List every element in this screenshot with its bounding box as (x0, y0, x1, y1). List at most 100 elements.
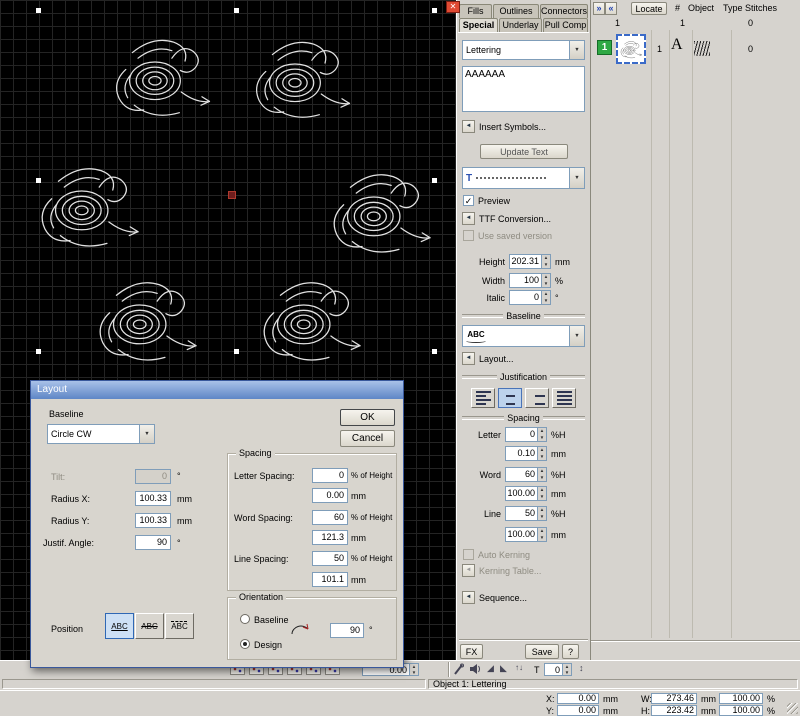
embroidery-motif[interactable] (30, 158, 148, 255)
needle-icon[interactable] (453, 663, 465, 676)
justify-right-button[interactable] (525, 388, 549, 408)
lettering-text-input[interactable]: AAAAAA (462, 66, 585, 112)
selection-handle[interactable] (432, 8, 437, 13)
selection-handle[interactable] (234, 349, 239, 354)
ok-button[interactable]: OK (340, 409, 395, 426)
layout-label[interactable]: Layout... (479, 354, 514, 364)
height-field[interactable]: 202.31 (509, 254, 551, 269)
letter-spacing-mm-field[interactable]: 0.00 (312, 488, 348, 503)
tab-outlines[interactable]: Outlines (493, 4, 539, 18)
chevron-down-icon[interactable] (569, 168, 584, 188)
orientation-angle-field[interactable]: 90 (330, 623, 364, 638)
ttf-conversion-label[interactable]: TTF Conversion... (479, 214, 551, 224)
cancel-button[interactable]: Cancel (340, 430, 395, 447)
scroll-arrows-icon[interactable]: ↕ (579, 663, 584, 673)
spinner[interactable] (541, 291, 550, 304)
tab-underlay[interactable]: Underlay (499, 18, 542, 32)
embroidery-motif[interactable] (246, 32, 358, 126)
word-spacing-mm-field[interactable]: 100.00 (505, 486, 547, 501)
travel-count-field[interactable]: 0 (544, 663, 572, 676)
baseline-select[interactable]: Circle CW (47, 424, 155, 444)
spinner[interactable] (537, 447, 546, 460)
line-spacing-mm-field[interactable]: 100.00 (505, 527, 547, 542)
letter-spacing-pct-field[interactable]: 0 (312, 468, 348, 483)
tab-special[interactable]: Special (459, 18, 498, 32)
justif-angle-field[interactable]: 90 (135, 535, 171, 550)
h-field[interactable]: 223.42 (651, 705, 697, 716)
baseline-select[interactable]: ABC (462, 325, 585, 347)
embroidery-motif[interactable] (252, 272, 370, 369)
spinner[interactable] (562, 664, 571, 675)
preview-checkbox[interactable]: ✓ (463, 195, 474, 206)
justify-full-button[interactable] (552, 388, 576, 408)
layout-expand-icon[interactable]: ◄ (462, 352, 475, 365)
spinner[interactable] (537, 428, 546, 441)
tab-connectors[interactable]: Connectors (540, 4, 588, 18)
word-spacing-pct-field[interactable]: 60 (505, 467, 547, 482)
word-spacing-mm-field[interactable]: 121.3 (312, 530, 348, 545)
justify-center-button[interactable] (498, 388, 522, 408)
embroidery-motif[interactable] (322, 164, 440, 261)
insert-symbols-expand-icon[interactable]: ◄ (462, 120, 475, 133)
embroidery-motif[interactable] (88, 272, 206, 369)
line-spacing-pct-field[interactable]: 50 (312, 551, 348, 566)
object-row[interactable]: 1 1 A 0 (591, 31, 800, 68)
baseline-radio[interactable] (240, 614, 250, 624)
spinner[interactable] (541, 255, 550, 268)
dialog-titlebar[interactable]: Layout (31, 381, 403, 399)
y-field[interactable]: 0.00 (557, 705, 599, 716)
resize-grip[interactable] (787, 703, 798, 714)
position-baseline-below-button[interactable]: ABC (105, 613, 134, 639)
selection-handle[interactable] (36, 8, 41, 13)
help-button[interactable]: ? (562, 644, 579, 659)
chevron-down-icon[interactable] (569, 41, 584, 59)
radius-x-field[interactable]: 100.33 (135, 491, 171, 506)
fast-speed-icon[interactable]: ◣ (500, 663, 507, 674)
word-spacing-pct-field[interactable]: 60 (312, 510, 348, 525)
rotation-center-marker[interactable] (228, 191, 236, 199)
selection-handle[interactable] (432, 178, 437, 183)
line-spacing-pct-field[interactable]: 50 (505, 506, 547, 521)
spinner[interactable] (541, 274, 550, 287)
x-field[interactable]: 0.00 (557, 693, 599, 704)
selection-handle[interactable] (36, 178, 41, 183)
line-spacing-mm-field[interactable]: 101.1 (312, 572, 348, 587)
spinner[interactable] (409, 664, 418, 675)
update-text-button[interactable]: Update Text (480, 144, 568, 159)
letter-spacing-mm-field[interactable]: 0.10 (505, 446, 547, 461)
sequence-label[interactable]: Sequence... (479, 593, 527, 603)
spinner[interactable] (537, 528, 546, 541)
expand-icon[interactable]: « (605, 2, 617, 15)
selection-handle[interactable] (432, 349, 437, 354)
locate-button[interactable]: Locate (631, 2, 667, 15)
slow-speed-icon[interactable]: ◢ (487, 663, 494, 674)
spinner[interactable] (537, 487, 546, 500)
font-select[interactable]: T (462, 167, 585, 189)
fx-button[interactable]: FX (460, 644, 483, 659)
object-thumbnail[interactable] (616, 34, 646, 64)
design-radio[interactable] (240, 639, 250, 649)
chevron-down-icon[interactable] (139, 425, 154, 443)
speaker-icon[interactable] (469, 663, 482, 675)
width-field[interactable]: 100 (509, 273, 551, 288)
spinner[interactable] (537, 468, 546, 481)
w-percent-field[interactable]: 100.00 (719, 693, 763, 704)
ttf-conversion-expand-icon[interactable]: ◄ (462, 212, 475, 225)
selection-handle[interactable] (36, 349, 41, 354)
design-radio-label[interactable]: Design (254, 640, 282, 650)
close-icon[interactable]: ✕ (446, 1, 460, 13)
selection-handle[interactable] (234, 8, 239, 13)
sequence-expand-icon[interactable]: ◄ (462, 591, 475, 604)
letter-spacing-pct-field[interactable]: 0 (505, 427, 547, 442)
w-field[interactable]: 273.46 (651, 693, 697, 704)
tab-pull-comp[interactable]: Pull Comp (543, 18, 588, 32)
baseline-radio-label[interactable]: Baseline (254, 615, 289, 625)
h-percent-field[interactable]: 100.00 (719, 705, 763, 716)
position-baseline-above-button[interactable]: ABC (165, 613, 194, 639)
chevron-down-icon[interactable] (569, 326, 584, 346)
radius-y-field[interactable]: 100.33 (135, 513, 171, 528)
italic-field[interactable]: 0 (509, 290, 551, 305)
embroidery-motif[interactable] (106, 30, 218, 124)
position-baseline-middle-button[interactable]: ABC (135, 613, 164, 639)
collapse-icon[interactable]: » (593, 2, 605, 15)
